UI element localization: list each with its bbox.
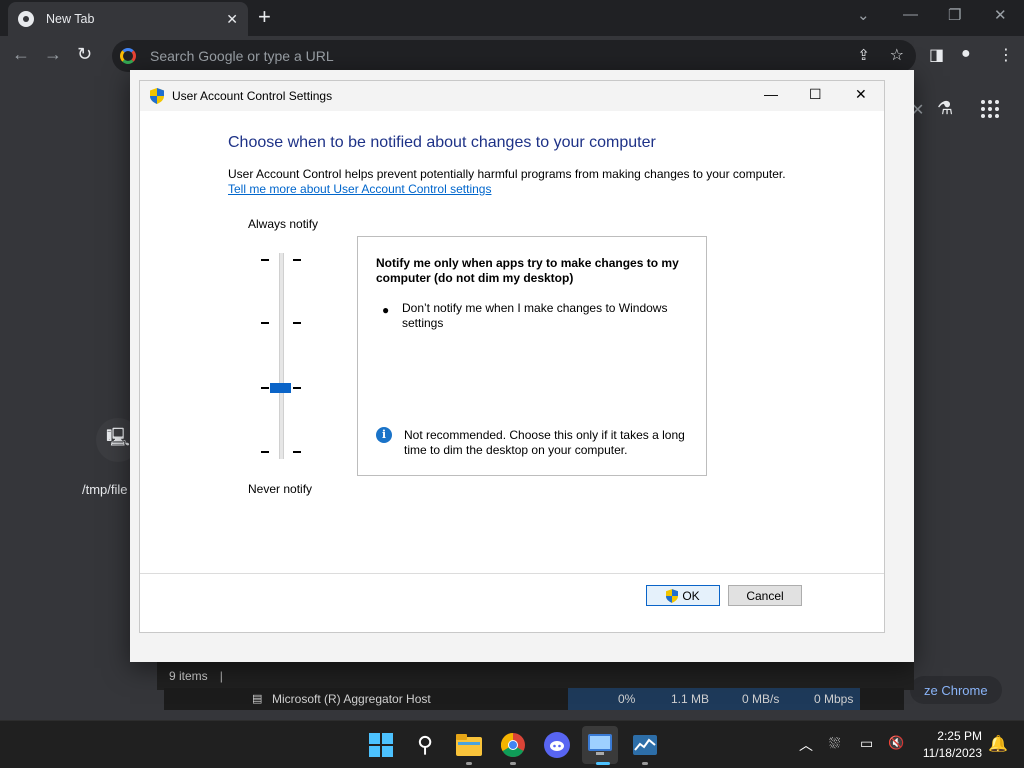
running-indicator <box>466 762 472 765</box>
ok-label: OK <box>682 588 700 603</box>
close-icon[interactable]: ✕ <box>994 6 1007 24</box>
display-icon[interactable]: ▭ <box>860 735 873 752</box>
menu-icon[interactable]: ⋮ <box>998 45 1014 65</box>
bookmark-star-icon[interactable]: ☆ <box>890 45 904 65</box>
process-icon: ▤ <box>252 693 263 705</box>
taskbar: ⚲ ︿ ⛆ ▭ 🔇 2:25 PM 11/18/2023 🔔 <box>0 720 1024 768</box>
setting-description-box: Notify me only when apps try to make cha… <box>357 236 707 476</box>
process-memory: 1.1 MB <box>671 692 710 706</box>
slider-tick <box>261 451 269 453</box>
clock-date[interactable]: 11/18/2023 <box>908 746 982 760</box>
chevron-up-icon[interactable]: ︿ <box>799 735 813 755</box>
maximize-icon[interactable]: ☐ <box>809 86 822 103</box>
apps-icon[interactable] <box>981 100 999 118</box>
slider-tick <box>261 387 269 389</box>
search-icon[interactable]: ⚲ <box>412 732 438 758</box>
setting-warning: Not recommended. Choose this only if it … <box>404 428 685 457</box>
info-icon: i <box>376 427 392 443</box>
slider-top-label: Always notify <box>248 217 319 231</box>
ok-button[interactable]: OK <box>646 585 720 606</box>
new-tab-button[interactable]: + <box>258 6 271 28</box>
process-cpu: 0% <box>618 692 636 706</box>
process-network: 0 Mbps <box>814 692 854 706</box>
reload-icon[interactable]: ↻ <box>77 44 92 65</box>
process-name: Microsoft (R) Aggregator Host <box>272 692 431 706</box>
address-bar[interactable]: Search Google or type a URL ⇪ ☆ <box>112 40 916 72</box>
slider-tick <box>293 451 301 453</box>
cancel-label: Cancel <box>746 588 784 603</box>
notification-slider-thumb[interactable] <box>270 383 291 393</box>
clock-time[interactable]: 2:25 PM <box>916 729 982 743</box>
share-icon[interactable]: ⇪ <box>857 46 870 64</box>
slider-tick <box>293 259 301 261</box>
minimize-icon[interactable]: — <box>764 86 778 102</box>
file-explorer-icon[interactable] <box>456 732 482 758</box>
profile-icon[interactable]: ● <box>961 45 971 63</box>
cancel-button[interactable]: Cancel <box>728 585 802 606</box>
tab-close-icon[interactable]: ✕ <box>226 11 238 28</box>
tab-search-icon[interactable]: ⌄ <box>857 6 870 24</box>
windows-icon <box>369 733 393 757</box>
tab-new-tab[interactable]: New Tab ✕ <box>8 2 248 36</box>
uac-titlebar: User Account Control Settings — ☐ ✕ <box>140 81 884 111</box>
active-indicator <box>596 762 610 765</box>
customize-chrome-button[interactable]: ze Chrome <box>910 676 1002 704</box>
slider-tick <box>261 259 269 261</box>
setting-title: Notify me only when apps try to make cha… <box>376 256 679 285</box>
slider-tick <box>293 322 301 324</box>
uac-description: User Account Control helps prevent poten… <box>228 167 786 181</box>
shield-icon <box>150 88 164 104</box>
task-manager-icon[interactable] <box>632 732 658 758</box>
customize-chrome-label: ze Chrome <box>924 682 988 698</box>
slider-tick <box>261 322 269 324</box>
item-count: 9 items <box>169 669 208 683</box>
volume-muted-icon[interactable]: 🔇 <box>888 735 904 751</box>
discord-icon[interactable] <box>544 732 570 758</box>
restore-icon[interactable]: ❐ <box>948 6 961 24</box>
process-disk: 0 MB/s <box>742 692 780 706</box>
chrome-icon <box>18 11 34 27</box>
learn-more-link[interactable]: Tell me more about User Account Control … <box>228 182 491 196</box>
uac-dialog: User Account Control Settings — ☐ ✕ Choo… <box>139 80 885 633</box>
network-icon[interactable]: ⛆ <box>829 735 840 752</box>
chrome-icon[interactable] <box>500 732 526 758</box>
tab-title: New Tab <box>46 12 95 26</box>
slider-bottom-label: Never notify <box>248 482 313 496</box>
start-button[interactable] <box>368 732 394 758</box>
browser-tabstrip: New Tab ✕ + ⌄ — ❐ ✕ <box>0 0 1024 36</box>
explorer-status-bar: 9 items | <box>157 662 914 690</box>
divider <box>140 573 884 574</box>
running-indicator <box>642 762 648 765</box>
desktop-file-label: /tmp/file <box>82 482 128 497</box>
bullet-icon: ● <box>382 303 390 317</box>
uac-settings-taskbar-icon[interactable] <box>582 726 618 764</box>
shield-icon <box>666 588 679 603</box>
notification-slider-track[interactable] <box>279 253 284 459</box>
slider-tick <box>293 387 301 389</box>
page-title: Choose when to be notified about changes… <box>228 134 656 151</box>
minimize-icon[interactable]: — <box>903 6 918 23</box>
forward-icon[interactable]: → <box>44 44 62 65</box>
google-icon <box>120 48 136 64</box>
notification-bell-icon[interactable]: 🔔 <box>988 734 1008 754</box>
running-indicator <box>510 762 516 765</box>
side-panel-icon[interactable]: ◨ <box>929 45 944 65</box>
status-divider: | <box>219 669 223 683</box>
labs-icon[interactable]: ⚗ <box>937 98 953 119</box>
uac-window-title: User Account Control Settings <box>172 89 333 103</box>
back-icon[interactable]: ← <box>12 44 30 65</box>
close-icon[interactable]: ✕ <box>855 86 867 103</box>
setting-bullet: Don’t notify me when I make changes to W… <box>402 301 668 330</box>
address-placeholder: Search Google or type a URL <box>150 48 334 64</box>
process-row[interactable]: ▤ Microsoft (R) Aggregator Host 0% 1.1 M… <box>164 688 904 710</box>
